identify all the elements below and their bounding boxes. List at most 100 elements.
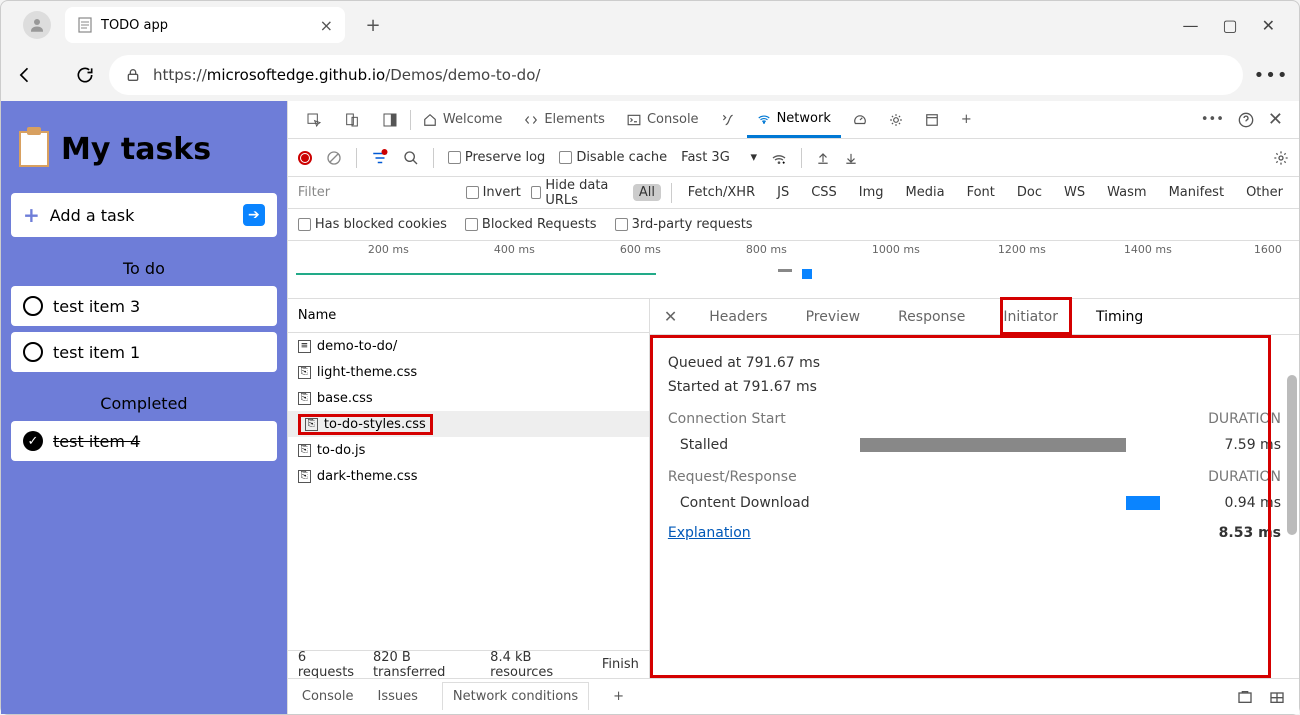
filter-type[interactable]: Other [1240, 184, 1289, 201]
tab-welcome[interactable]: Welcome [413, 101, 512, 138]
request-row[interactable]: ⎘light-theme.css [288, 359, 649, 385]
blocked-cookies-checkbox[interactable]: Has blocked cookies [298, 217, 447, 232]
network-timeline[interactable]: 200 ms 400 ms 600 ms 800 ms 1000 ms 1200… [288, 241, 1299, 299]
url-text: https://microsoftedge.github.io/Demos/de… [153, 66, 540, 84]
tab-elements[interactable]: Elements [514, 101, 615, 138]
url-box[interactable]: https://microsoftedge.github.io/Demos/de… [109, 55, 1243, 95]
devtools-close-button[interactable]: ✕ [1268, 109, 1283, 130]
filter-type[interactable]: Wasm [1101, 184, 1152, 201]
tab-response[interactable]: Response [892, 307, 971, 327]
request-row[interactable]: ⎘base.css [288, 385, 649, 411]
hide-data-urls-checkbox[interactable]: Hide data URLs [531, 178, 623, 208]
detail-tabs: ✕ Headers Preview Response Initiator Tim… [650, 299, 1299, 335]
drawer-add-button[interactable]: + [613, 689, 624, 704]
tab-title: TODO app [101, 18, 168, 33]
filter-type[interactable]: WS [1058, 184, 1091, 201]
filter-type[interactable]: Fetch/XHR [682, 184, 761, 201]
drawer-icon-1[interactable] [1237, 689, 1253, 705]
filter-type[interactable]: CSS [805, 184, 843, 201]
settings-icon[interactable] [1273, 150, 1289, 166]
preserve-log-checkbox[interactable]: Preserve log [448, 150, 545, 165]
titlebar: TODO app × + — ▢ ✕ [1, 1, 1299, 49]
drawer-tabs: Console Issues Network conditions + [288, 678, 1299, 714]
dock-button[interactable] [372, 101, 408, 138]
request-row[interactable]: ⎘to-do.js [288, 437, 649, 463]
invert-checkbox[interactable]: Invert [466, 185, 521, 200]
disable-cache-checkbox[interactable]: Disable cache [559, 150, 667, 165]
app-title: My tasks [11, 111, 277, 187]
filter-type[interactable]: Img [853, 184, 890, 201]
network-toolbar: Preserve log Disable cache Fast 3G ▾ [288, 139, 1299, 177]
task-checkbox[interactable] [23, 296, 43, 316]
record-button[interactable] [298, 151, 312, 165]
filter-type[interactable]: Doc [1011, 184, 1048, 201]
third-party-checkbox[interactable]: 3rd-party requests [615, 217, 753, 232]
request-row[interactable]: ≡demo-to-do/ [288, 333, 649, 359]
scrollbar[interactable] [1287, 335, 1297, 595]
network-filter-bar: Filter Invert Hide data URLs All Fetch/X… [288, 177, 1299, 209]
drawer-network-conditions[interactable]: Network conditions [442, 682, 589, 710]
close-detail-button[interactable]: ✕ [664, 307, 677, 326]
request-row[interactable]: ⎘dark-theme.css [288, 463, 649, 489]
drawer-console[interactable]: Console [302, 689, 354, 704]
inspect-button[interactable] [296, 101, 332, 138]
tab-headers[interactable]: Headers [703, 307, 773, 327]
maximize-icon[interactable]: ▢ [1222, 16, 1237, 35]
profile-avatar[interactable] [23, 11, 51, 39]
tab-timing[interactable]: Timing [1090, 307, 1149, 327]
filter-type[interactable]: Manifest [1163, 184, 1230, 201]
network-conditions-icon[interactable] [771, 150, 787, 166]
add-task-input[interactable]: + Add a task ➔ [11, 193, 277, 237]
download-icon[interactable] [844, 151, 858, 165]
tab-preview[interactable]: Preview [800, 307, 867, 327]
close-tab-icon[interactable]: × [320, 16, 333, 35]
filter-type-all[interactable]: All [633, 184, 661, 201]
task-item-done[interactable]: ✓test item 4 [11, 421, 277, 461]
task-checkbox[interactable] [23, 342, 43, 362]
completed-section-label: Completed [11, 394, 277, 413]
address-bar: https://microsoftedge.github.io/Demos/de… [1, 49, 1299, 101]
add-task-placeholder: Add a task [50, 206, 135, 225]
task-item[interactable]: test item 3 [11, 286, 277, 326]
browser-menu-button[interactable]: ••• [1255, 65, 1287, 86]
tab-performance[interactable] [843, 101, 877, 138]
request-row-selected[interactable]: ⎘to-do-styles.css [288, 411, 649, 437]
throttle-select[interactable]: Fast 3G ▾ [681, 150, 757, 165]
devtools: Welcome Elements Console Network + ••• ✕… [287, 101, 1299, 714]
upload-icon[interactable] [816, 151, 830, 165]
filter-type[interactable]: Media [900, 184, 951, 201]
refresh-button[interactable] [73, 65, 97, 85]
tab-sources[interactable] [711, 101, 745, 138]
task-checked-icon[interactable]: ✓ [23, 431, 43, 451]
document-icon: ≡ [298, 340, 311, 353]
tab-memory[interactable] [879, 101, 913, 138]
help-icon[interactable] [1238, 112, 1254, 128]
tab-application[interactable] [915, 101, 949, 138]
filter-toggle-button[interactable] [371, 149, 389, 167]
browser-tab[interactable]: TODO app × [65, 7, 345, 43]
back-button[interactable] [13, 65, 37, 85]
minimize-icon[interactable]: — [1182, 16, 1198, 35]
name-column-header[interactable]: Name [288, 299, 649, 333]
devtools-tabs: Welcome Elements Console Network + ••• ✕ [288, 101, 1299, 139]
close-window-icon[interactable]: ✕ [1262, 16, 1275, 35]
tab-console[interactable]: Console [617, 101, 709, 138]
drawer-issues[interactable]: Issues [377, 689, 417, 704]
device-toggle-button[interactable] [334, 101, 370, 138]
add-tab-button[interactable]: + [951, 101, 982, 138]
blocked-requests-checkbox[interactable]: Blocked Requests [465, 217, 597, 232]
filter-type[interactable]: JS [771, 184, 795, 201]
search-button[interactable] [403, 150, 419, 166]
network-filter-bar-2: Has blocked cookies Blocked Requests 3rd… [288, 209, 1299, 241]
submit-arrow-icon[interactable]: ➔ [243, 204, 265, 226]
tab-network[interactable]: Network [747, 101, 841, 138]
lock-icon [125, 67, 141, 83]
drawer-icon-2[interactable] [1269, 689, 1285, 705]
new-tab-button[interactable]: + [353, 5, 393, 45]
clear-button[interactable] [326, 150, 342, 166]
devtools-more-button[interactable]: ••• [1201, 112, 1224, 127]
js-icon: ⎘ [298, 444, 311, 457]
task-item[interactable]: test item 1 [11, 332, 277, 372]
filter-input[interactable]: Filter [298, 185, 456, 200]
filter-type[interactable]: Font [961, 184, 1001, 201]
